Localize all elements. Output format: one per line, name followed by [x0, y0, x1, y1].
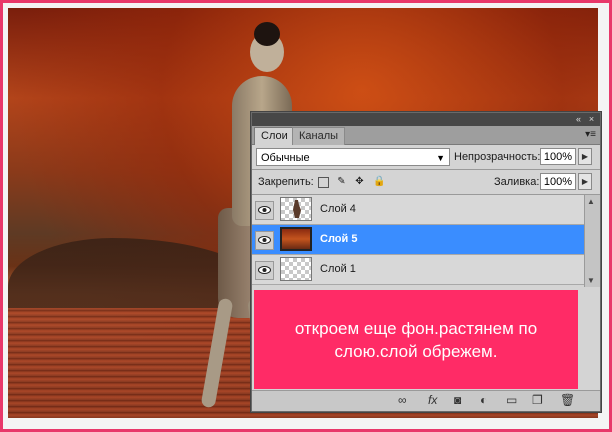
lock-label: Закрепить:: [258, 176, 314, 188]
layer-row-selected[interactable]: Слой 5: [252, 225, 584, 255]
collapse-icon[interactable]: «: [573, 114, 584, 125]
scroll-down-icon[interactable]: ▼: [587, 276, 595, 285]
layer-thumbnail: [280, 257, 312, 281]
brush-icon[interactable]: ✎: [336, 176, 347, 187]
figure-hair: [254, 22, 280, 46]
lock-transparency-icon[interactable]: [318, 177, 329, 188]
move-icon[interactable]: ✥: [354, 176, 365, 187]
panel-bottom-bar: ∞ fx ◙ ◐ ▭ ❐ 🗑: [252, 390, 600, 411]
fill-input[interactable]: 100%: [540, 173, 576, 190]
layer-row[interactable]: Слой 1: [252, 255, 584, 285]
tab-layers[interactable]: Слои: [254, 127, 295, 145]
eye-icon[interactable]: [255, 231, 274, 250]
panel-tabs: Слои Каналы ▾≡: [252, 126, 600, 145]
lock-icon[interactable]: 🔒: [373, 176, 385, 187]
figure-leg-left: [200, 297, 234, 409]
folder-icon[interactable]: ▭: [506, 393, 517, 407]
close-icon[interactable]: ×: [586, 114, 597, 125]
chevron-down-icon: ▼: [436, 153, 445, 163]
eye-icon[interactable]: [255, 261, 274, 280]
layer-thumbnail: [280, 197, 312, 221]
tab-channels[interactable]: Каналы: [292, 127, 346, 145]
layer-row[interactable]: Слой 4: [252, 195, 584, 225]
opacity-label: Непрозрачность:: [454, 151, 541, 163]
new-layer-icon[interactable]: ❐: [532, 393, 543, 407]
blend-mode-select[interactable]: Обычные ▼: [256, 148, 450, 166]
scroll-up-icon[interactable]: ▲: [587, 197, 595, 206]
opacity-slider-button[interactable]: ▶: [578, 148, 592, 165]
fill-label: Заливка:: [494, 176, 540, 188]
opacity-input[interactable]: 100%: [540, 148, 576, 165]
layers-list: Слой 4 Слой 5 Слой 1: [252, 195, 584, 287]
blend-mode-value: Обычные: [261, 152, 310, 164]
layer-thumbnail: [280, 227, 312, 251]
mask-icon[interactable]: ◙: [454, 393, 461, 407]
layer-name: Слой 4: [320, 203, 356, 215]
tutorial-caption: откроем еще фон.растянем по слою.слой об…: [254, 290, 578, 389]
fill-slider-button[interactable]: ▶: [578, 173, 592, 190]
caption-text: откроем еще фон.растянем по слою.слой об…: [294, 318, 538, 361]
layers-scrollbar[interactable]: ▲ ▼: [584, 195, 600, 287]
divider: [252, 169, 600, 170]
trash-icon[interactable]: 🗑: [560, 393, 575, 407]
layer-name: Слой 1: [320, 263, 356, 275]
panel-menu-icon[interactable]: ▾≡: [585, 129, 596, 140]
eye-icon[interactable]: [255, 201, 274, 220]
fx-icon[interactable]: fx: [428, 393, 437, 407]
link-layers-icon[interactable]: ∞: [398, 393, 407, 407]
layer-name: Слой 5: [320, 233, 358, 245]
panel-titlebar[interactable]: « ×: [252, 113, 600, 126]
adjustment-icon[interactable]: ◐: [480, 393, 487, 407]
